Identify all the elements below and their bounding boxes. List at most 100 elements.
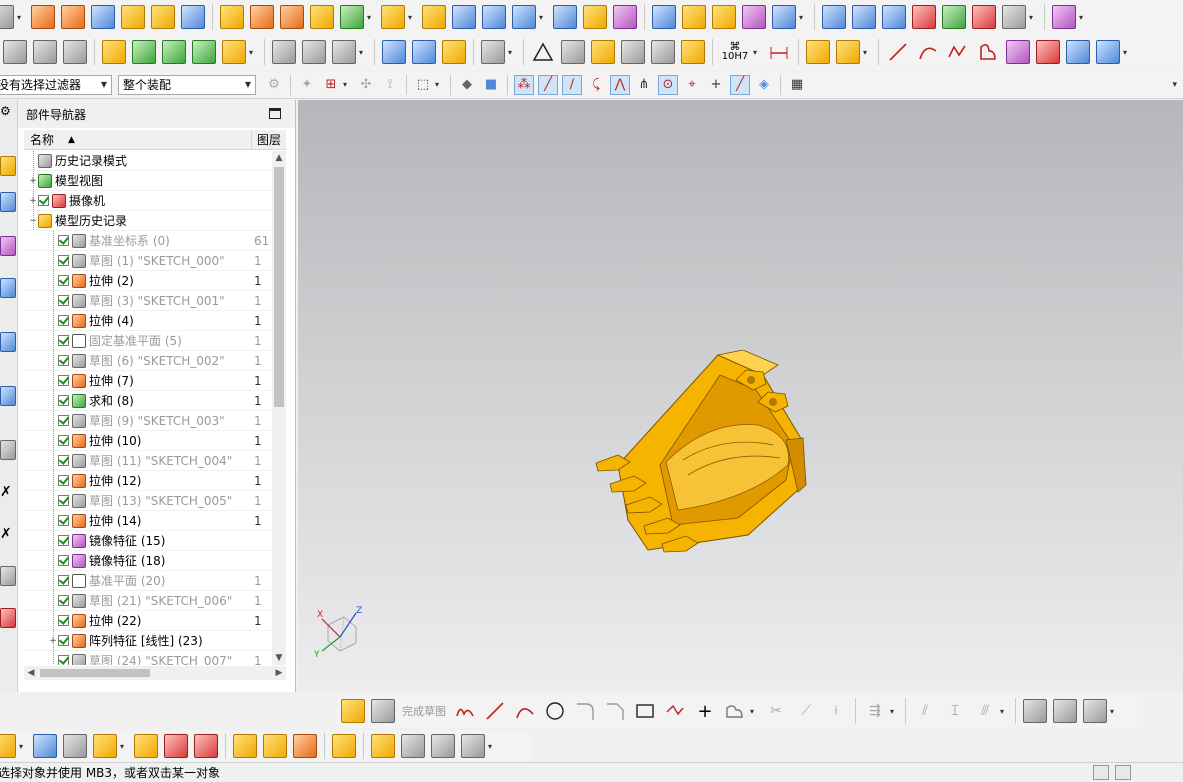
dropdown-arrow[interactable]: ▾ [799,13,807,22]
geometric-constraint-icon[interactable]: ⫽ [913,699,937,723]
visibility-checkbox[interactable] [58,575,69,586]
assembly-filter-icon[interactable]: ⚙ [264,75,284,95]
grid-note-icon[interactable] [591,40,615,64]
tree-row[interactable]: 草图 (3) "SKETCH_001" 1 [24,291,272,311]
dropdown-arrow[interactable]: ▾ [1123,48,1131,57]
edit-object-display-icon[interactable] [102,40,126,64]
feature-curve-icon[interactable]: ✣ [356,75,376,95]
convert-reference-icon[interactable] [1083,699,1107,723]
dropdown-arrow[interactable]: ▾ [343,80,351,89]
visibility-checkbox[interactable] [58,315,69,326]
scrollbar-thumb[interactable] [274,167,284,407]
arc-tool-icon[interactable] [513,699,537,723]
roles-icon[interactable]: ✗ [0,526,16,546]
quick-extend-icon[interactable]: ⟋ [794,699,818,723]
extrude-icon[interactable] [31,5,55,29]
reuse-library-icon[interactable] [0,278,16,298]
snap-on-face-icon[interactable]: ╱ [730,74,750,95]
snap-bounded-grid-icon[interactable]: ◈ [754,75,774,95]
cable-icon[interactable] [481,40,505,64]
make-corner-icon[interactable]: ⟊ [824,699,848,723]
visibility-checkbox[interactable] [58,455,69,466]
tree-row[interactable]: 草图 (6) "SKETCH_002" 1 [24,351,272,371]
component-pattern-icon[interactable] [263,734,287,758]
rectangle-tool-icon[interactable] [633,699,657,723]
snap-control-icon[interactable]: ⤹ [586,75,606,95]
rapid-dimension-icon[interactable]: ⌶ [943,699,967,723]
measure-angle-icon[interactable] [302,40,326,64]
scroll-up-icon[interactable]: ▲ [272,151,286,165]
boss-icon[interactable] [250,5,274,29]
snap-enable-icon[interactable]: ⁂ [514,74,534,95]
tree-row[interactable]: + 模型视图 [24,171,272,191]
visibility-checkbox[interactable] [58,395,69,406]
view-triad[interactable]: X Z Y [314,605,374,663]
circle-tool-icon[interactable] [543,699,567,723]
tree-row[interactable]: 镜像特征 (18) [24,551,272,571]
visibility-checkbox[interactable] [58,555,69,566]
graphics-window[interactable]: X Z Y [298,100,1183,692]
line-icon[interactable] [886,40,910,64]
visibility-checkbox[interactable] [38,195,49,206]
history-icon[interactable] [0,386,16,406]
exploded-view-icon[interactable] [293,734,317,758]
chamfer-icon[interactable] [613,5,637,29]
dropdown-arrow[interactable]: ▾ [539,13,547,22]
fillet-tool-icon[interactable] [573,699,597,723]
full-screen-icon[interactable] [1115,765,1131,780]
alternate-solution-icon[interactable] [1023,699,1047,723]
move-to-layer-icon[interactable] [63,40,87,64]
spring-icon[interactable] [412,40,436,64]
show-constraints-icon[interactable] [194,734,218,758]
dropdown-arrow[interactable]: ▾ [753,48,761,57]
snap-endpoint-icon[interactable]: ╱ [538,74,558,95]
snap-intersection-icon[interactable]: ⋀ [610,74,630,95]
pmi-note-icon[interactable] [222,40,246,64]
visibility-checkbox[interactable] [58,535,69,546]
wave-geometry-icon[interactable] [33,734,57,758]
dropdown-arrow[interactable]: ▾ [1110,707,1118,716]
tree-row[interactable]: 草图 (11) "SKETCH_004" 1 [24,451,272,471]
system-scenes-icon[interactable] [0,566,16,586]
show-icon[interactable] [192,40,216,64]
studio-spline-icon[interactable] [723,699,747,723]
column-name-header[interactable]: 名称 ▲ [24,130,252,149]
through-curve-mesh-icon[interactable] [852,5,876,29]
tree-row[interactable]: 固定基准平面 (5) 1 [24,331,272,351]
profile-tool-icon[interactable] [453,699,477,723]
toolbar-overflow-arrow[interactable]: ▾ [1172,80,1177,90]
scroll-down-icon[interactable]: ▼ [272,651,286,665]
project-curve-icon[interactable] [1036,40,1060,64]
dropdown-arrow[interactable]: ▾ [367,13,375,22]
visibility-checkbox[interactable] [58,255,69,266]
snap-point-icon[interactable]: ✦ [297,75,317,95]
through-curves-icon[interactable] [822,5,846,29]
visibility-checkbox[interactable] [58,595,69,606]
arc-icon[interactable] [916,40,940,64]
snap-existing-point-icon[interactable]: ⌖ [682,75,702,95]
n-sided-surface-icon[interactable] [882,5,906,29]
assembly-constraint-icon[interactable] [164,734,188,758]
constraint-navigator-icon[interactable] [0,192,16,212]
mesh-surface-icon[interactable] [742,5,766,29]
brush-icon[interactable] [681,40,705,64]
assembly-icon[interactable] [1052,5,1076,29]
dropdown-arrow[interactable]: ▾ [1029,13,1037,22]
unite-icon[interactable] [340,5,364,29]
triangle-icon[interactable] [531,40,555,64]
table-icon[interactable] [561,40,585,64]
tree-row[interactable]: 拉伸 (12) 1 [24,471,272,491]
excavator-bucket-model[interactable] [588,350,818,560]
web-browser-icon[interactable] [0,332,16,352]
settings-icon[interactable]: ⚙ [0,104,16,124]
maximize-icon[interactable] [269,108,281,119]
assembly-components-icon[interactable] [806,40,830,64]
dropdown-arrow[interactable]: ▾ [750,707,758,716]
tree-row[interactable]: 拉伸 (7) 1 [24,371,272,391]
scale-body-icon[interactable] [3,40,27,64]
snap-on-curve-icon[interactable]: + [706,75,726,95]
pattern-icon[interactable] [621,40,645,64]
type-filter-select[interactable]: 没有选择过滤器 ▼ [0,74,112,95]
visibility-checkbox[interactable] [58,475,69,486]
auto-constrain-icon[interactable]: ⫻ [973,699,997,723]
